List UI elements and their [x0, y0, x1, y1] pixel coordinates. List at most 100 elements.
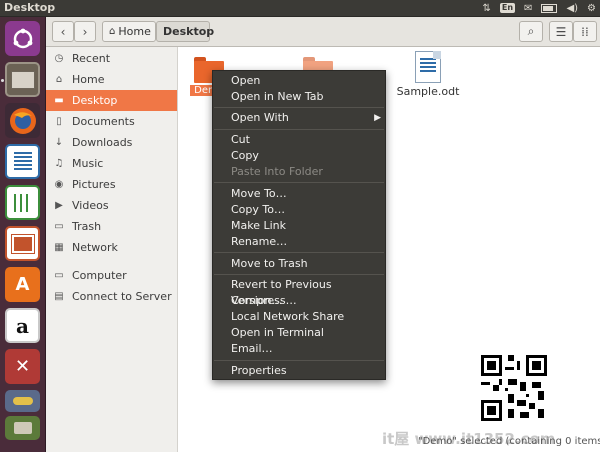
- keyboard-language-indicator[interactable]: En: [499, 3, 516, 13]
- menu-item-compress[interactable]: Compress…: [213, 293, 385, 309]
- computer-icon: ▭: [54, 270, 64, 281]
- list-view-button[interactable]: ☰: [549, 21, 573, 42]
- top-panel: Desktop ⇅ En ✉ ◀) ⚙: [0, 0, 600, 17]
- menu-separator: [214, 182, 384, 183]
- home-icon: ⌂: [109, 26, 116, 37]
- network-updown-icon[interactable]: ⇅: [482, 3, 490, 14]
- menu-item-open[interactable]: Open: [213, 73, 385, 89]
- menu-separator: [214, 107, 384, 108]
- grid-view-button[interactable]: ⁞⁞: [573, 21, 597, 42]
- sidebar-item-computer[interactable]: ▭ Computer: [46, 265, 177, 286]
- back-button[interactable]: ‹: [52, 21, 74, 42]
- sidebar-item-label: Desktop: [72, 94, 118, 107]
- gear-icon[interactable]: ⚙: [587, 3, 596, 14]
- menu-item-open-in-new-tab[interactable]: Open in New Tab: [213, 89, 385, 105]
- menu-separator: [214, 252, 384, 253]
- sidebar-item-recent[interactable]: ◷ Recent: [46, 48, 177, 69]
- sidebar-item-label: Home: [72, 73, 105, 86]
- film-icon: ▶: [55, 200, 63, 211]
- amazon-icon[interactable]: a: [5, 308, 40, 343]
- sidebar-item-pictures[interactable]: ◉ Pictures: [46, 174, 177, 195]
- places-sidebar: ◷ Recent ⌂ Home ▬ Desktop ▯ Documents ↓ Downl…: [46, 47, 178, 452]
- sidebar-item-desktop[interactable]: ▬ Desktop: [46, 90, 177, 111]
- document-icon: ▯: [56, 116, 62, 127]
- status-bar-text: "Demo" selected (containing 0 items): [418, 436, 600, 447]
- list-view-icon: ☰: [555, 24, 567, 39]
- menu-separator: [214, 274, 384, 275]
- clock-icon: ◷: [54, 53, 64, 64]
- sidebar-item-label: Music: [72, 157, 104, 170]
- search-button[interactable]: ⌕: [519, 21, 543, 42]
- menu-item-open-in-terminal[interactable]: Open in Terminal: [213, 325, 385, 341]
- dash-home-icon[interactable]: [5, 21, 40, 56]
- menu-item-make-link[interactable]: Make Link: [213, 218, 385, 234]
- menu-item-paste-into-folder[interactable]: Paste Into Folder: [213, 164, 385, 180]
- sidebar-item-label: Documents: [72, 115, 135, 128]
- menu-item-revert-to-previous-version[interactable]: Revert to Previous Version…: [213, 277, 385, 307]
- search-icon: ⌕: [527, 24, 535, 38]
- menu-item-email[interactable]: Email…: [213, 341, 385, 357]
- menu-item-local-network-share[interactable]: Local Network Share: [213, 309, 385, 325]
- sidebar-item-trash[interactable]: ▭ Trash: [46, 216, 177, 237]
- system-settings-icon[interactable]: ✕: [5, 349, 40, 384]
- file-name: Sample.odt: [396, 85, 460, 98]
- firefox-icon[interactable]: [5, 103, 40, 138]
- menu-separator: [214, 129, 384, 130]
- sidebar-item-network[interactable]: ▦ Network: [46, 237, 177, 258]
- running-indicator: [1, 79, 4, 82]
- volume-icon[interactable]: ◀): [566, 3, 578, 14]
- menu-item-open-with[interactable]: Open With ▶: [213, 110, 385, 126]
- chevron-left-icon: ‹: [60, 24, 66, 39]
- system-tray: ⇅ En ✉ ◀) ⚙: [482, 0, 596, 16]
- sidebar-item-label: Network: [72, 241, 118, 254]
- breadcrumb-home[interactable]: ⌂ Home: [102, 21, 156, 42]
- trash-icon: ▭: [54, 221, 64, 232]
- sidebar-item-label: Connect to Server: [72, 290, 172, 303]
- sidebar-item-label: Videos: [72, 199, 109, 212]
- software-center-icon[interactable]: A: [5, 267, 40, 302]
- menu-item-move-to-trash[interactable]: Move to Trash: [213, 256, 385, 272]
- submenu-arrow-icon: ▶: [374, 113, 381, 123]
- removable-drive-icon[interactable]: [5, 390, 40, 412]
- menu-item-rename[interactable]: Rename…: [213, 234, 385, 250]
- menu-item-copy-to[interactable]: Copy To…: [213, 202, 385, 218]
- home-icon: ⌂: [55, 74, 63, 85]
- sidebar-item-label: Recent: [72, 52, 111, 65]
- sidebar-item-downloads[interactable]: ↓ Downloads: [46, 132, 177, 153]
- breadcrumb-desktop[interactable]: Desktop: [156, 21, 214, 42]
- menu-item-copy[interactable]: Copy: [213, 148, 385, 164]
- sidebar-item-label: Downloads: [72, 136, 133, 149]
- window-title: Desktop: [4, 1, 56, 14]
- menu-item-cut[interactable]: Cut: [213, 132, 385, 148]
- file-item-sample-odt[interactable]: Sample.odt: [396, 51, 460, 98]
- impress-icon[interactable]: [5, 226, 40, 261]
- folder-icon: ▬: [54, 95, 64, 106]
- sidebar-item-documents[interactable]: ▯ Documents: [46, 111, 177, 132]
- qr-code-image: [478, 352, 550, 424]
- sidebar-item-label: Trash: [72, 220, 102, 233]
- files-app-icon[interactable]: [5, 62, 40, 97]
- mail-icon[interactable]: ✉: [524, 3, 532, 14]
- calc-icon[interactable]: [5, 185, 40, 220]
- file-manager-toolbar: ‹ › ⌂ Home Desktop ⌕ ☰ ⁞⁞: [46, 17, 600, 47]
- breadcrumb-label: Home: [118, 25, 151, 38]
- network-icon: ▦: [54, 242, 64, 253]
- sidebar-item-videos[interactable]: ▶ Videos: [46, 195, 177, 216]
- menu-item-label: Open With: [231, 111, 289, 124]
- writer-icon[interactable]: [5, 144, 40, 179]
- menu-item-move-to[interactable]: Move To…: [213, 186, 385, 202]
- breadcrumb-label: Desktop: [163, 25, 215, 38]
- menu-item-properties[interactable]: Properties: [213, 363, 385, 379]
- sidebar-item-connect-to-server[interactable]: ▤ Connect to Server: [46, 286, 177, 307]
- document-icon: [415, 51, 441, 83]
- download-icon: ↓: [54, 137, 64, 148]
- forward-button[interactable]: ›: [74, 21, 96, 42]
- battery-icon[interactable]: [541, 3, 558, 13]
- chevron-right-icon: ›: [82, 24, 88, 39]
- sidebar-item-music[interactable]: ♫ Music: [46, 153, 177, 174]
- unity-launcher: A a ✕: [0, 17, 46, 452]
- menu-separator: [214, 360, 384, 361]
- grid-view-icon: ⁞⁞: [581, 24, 589, 39]
- sidebar-item-home[interactable]: ⌂ Home: [46, 69, 177, 90]
- trash-launcher-icon[interactable]: [5, 416, 40, 440]
